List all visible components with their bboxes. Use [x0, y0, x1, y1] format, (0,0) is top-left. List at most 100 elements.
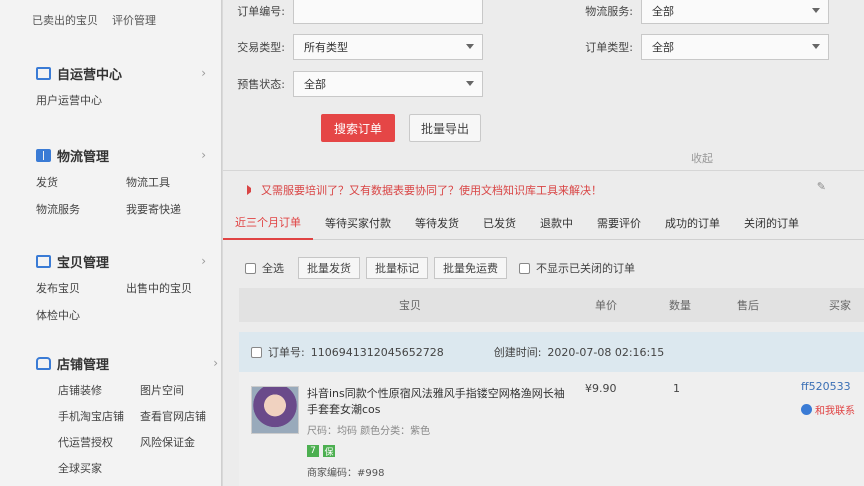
- presale-value: 全部: [304, 78, 326, 91]
- buyer-link[interactable]: ff520533: [801, 380, 851, 393]
- bulk-actions: 全选 批量发货 批量标记 批量免运费 不显示已关闭的订单: [245, 257, 643, 279]
- notice-bar[interactable]: 又需服要培训了？又有数据表要协同了？使用文档知识库工具来解决！: [247, 182, 602, 198]
- chevron-right-icon[interactable]: ›: [201, 66, 206, 80]
- sold-items-link[interactable]: 已卖出的宝贝: [32, 12, 98, 28]
- col-qty: 数量: [669, 299, 691, 312]
- sidebar-item-mobile-store[interactable]: 手机淘宝店铺: [58, 408, 140, 424]
- batch-ship-button[interactable]: 批量发货: [298, 257, 360, 279]
- batch-free-shipping-button[interactable]: 批量免运费: [434, 257, 507, 279]
- chevron-right-icon[interactable]: ›: [201, 254, 206, 268]
- batch-mark-button[interactable]: 批量标记: [366, 257, 428, 279]
- trade-type-row: 交易类型: 所有类型: [223, 34, 483, 60]
- select-all-checkbox[interactable]: [245, 262, 256, 274]
- order-no-label: 订单编号:: [237, 5, 285, 18]
- order-item-row: 抖音ins同款个性原宿风法雅风手指镂空网格渔网长袖手套套女潮cos 尺码：均码 …: [239, 372, 864, 486]
- order-type-select[interactable]: 全部: [641, 34, 829, 60]
- sidebar-item-user-ops[interactable]: 用户运营中心: [36, 92, 126, 108]
- chevron-right-icon[interactable]: ›: [201, 148, 206, 162]
- logistics-value: 全部: [652, 5, 674, 18]
- sidebar-item-ship[interactable]: 发货: [36, 174, 126, 190]
- divider: [223, 170, 864, 171]
- item-title-link[interactable]: 抖音ins同款个性原宿风法雅风手指镂空网格渔网长袖手套套女潮cos: [307, 386, 567, 418]
- order-no-input[interactable]: [293, 0, 483, 24]
- order-no-value: 1106941312045652728: [310, 345, 444, 359]
- order-type-value: 全部: [652, 41, 674, 54]
- book-icon: [36, 148, 51, 162]
- section-title: 自运营中心: [57, 67, 123, 83]
- tab-refunding[interactable]: 退款中: [528, 206, 585, 240]
- tab-awaiting-payment[interactable]: 等待买家付款: [313, 206, 403, 240]
- sidebar-item-logistics-tools[interactable]: 物流工具: [126, 174, 216, 190]
- tab-closed[interactable]: 关闭的订单: [732, 206, 811, 240]
- logistics-select[interactable]: 全部: [641, 0, 829, 24]
- col-item: 宝贝: [399, 299, 421, 312]
- hide-closed-label: 不显示已关闭的订单: [536, 262, 635, 275]
- sidebar-item-on-sale[interactable]: 出售中的宝贝: [126, 280, 216, 296]
- created-value: 2020-07-08 02:16:15: [547, 345, 665, 359]
- chat-icon: [801, 404, 812, 415]
- col-after-sale: 售后: [737, 299, 759, 312]
- edit-icon[interactable]: ✎: [817, 180, 826, 193]
- col-buyer: 买家: [829, 299, 851, 312]
- item-quantity: 1: [673, 382, 680, 395]
- merchant-code: 商家编码：#998: [307, 468, 385, 479]
- service-badges: 7 保: [307, 445, 335, 458]
- batch-export-button[interactable]: 批量导出: [409, 114, 481, 142]
- order-checkbox[interactable]: [251, 346, 262, 358]
- section-title: 宝贝管理: [57, 255, 110, 271]
- seven-day-return-icon: 7: [307, 445, 319, 457]
- sidebar-section-header[interactable]: 宝贝管理 ›: [36, 250, 206, 272]
- sidebar-item-deposit[interactable]: 风险保证金: [140, 434, 222, 450]
- monitor-icon: [36, 66, 51, 80]
- main-content: 订单编号: 物流服务: 全部 交易类型: 所有类型 订单类型: 全部 预售状态:…: [223, 0, 864, 486]
- order-no-label: 订单号:: [268, 346, 305, 359]
- presale-label: 预售状态:: [237, 78, 285, 91]
- section-title: 店铺管理: [57, 357, 110, 373]
- sidebar-section-header[interactable]: 物流管理 ›: [36, 144, 206, 166]
- search-orders-button[interactable]: 搜索订单: [321, 114, 395, 142]
- item-thumbnail[interactable]: [251, 386, 299, 434]
- order-header-row: 订单号: 1106941312045652728 创建时间: 2020-07-0…: [239, 332, 864, 372]
- item-attributes: 尺码：均码 颜色分类：紫色: [307, 426, 431, 437]
- hide-closed-checkbox[interactable]: [519, 262, 530, 274]
- trade-type-select[interactable]: 所有类型: [293, 34, 483, 60]
- chevron-down-icon: [466, 44, 474, 49]
- chevron-down-icon: [466, 81, 474, 86]
- sidebar-item-checkup[interactable]: 体检中心: [36, 307, 126, 323]
- tab-needs-review[interactable]: 需要评价: [585, 206, 653, 240]
- tab-successful[interactable]: 成功的订单: [653, 206, 732, 240]
- presale-select[interactable]: 全部: [293, 71, 483, 97]
- sidebar-item-official-store[interactable]: 查看官网店铺: [140, 408, 222, 424]
- sidebar-item-decoration[interactable]: 店铺装修: [58, 382, 140, 398]
- trade-type-value: 所有类型: [304, 41, 348, 54]
- sidebar-item-global-buyers[interactable]: 全球买家: [58, 460, 140, 476]
- tab-awaiting-shipment[interactable]: 等待发货: [403, 206, 471, 240]
- sidebar-top-links: 已卖出的宝贝 评价管理: [32, 12, 156, 28]
- order-no-row: 订单编号:: [223, 0, 483, 24]
- tab-shipped[interactable]: 已发货: [471, 206, 528, 240]
- section-title: 物流管理: [57, 149, 110, 165]
- order-tabs: 近三个月订单 等待买家付款 等待发货 已发货 退款中 需要评价 成功的订单 关闭…: [223, 206, 864, 240]
- chevron-down-icon: [812, 8, 820, 13]
- sidebar-item-images[interactable]: 图片空间: [140, 382, 222, 398]
- sidebar-item-logistics-service[interactable]: 物流服务: [36, 201, 126, 217]
- sidebar-section-header[interactable]: 店铺管理 ›: [36, 352, 218, 374]
- chevron-right-icon[interactable]: ›: [213, 356, 218, 370]
- trade-type-label: 交易类型:: [237, 41, 285, 54]
- store-icon: [36, 356, 51, 370]
- sidebar-item-publish[interactable]: 发布宝贝: [36, 280, 126, 296]
- col-price: 单价: [595, 299, 617, 312]
- sidebar-item-agency[interactable]: 代运营授权: [58, 434, 140, 450]
- sidebar-item-send-express[interactable]: 我要寄快递: [126, 201, 216, 217]
- item-price: ¥9.90: [585, 382, 617, 395]
- speaker-icon: [247, 185, 257, 195]
- contact-buyer-link[interactable]: 和我联系: [801, 402, 855, 417]
- tab-recent-three-months[interactable]: 近三个月订单: [223, 206, 313, 240]
- notice-text: 又需服要培训了？又有数据表要协同了？使用文档知识库工具来解决！: [261, 184, 602, 197]
- created-label: 创建时间:: [493, 346, 542, 359]
- reviews-link[interactable]: 评价管理: [112, 12, 156, 28]
- sidebar-section-items: 宝贝管理 › 发布宝贝 出售中的宝贝 体检中心: [36, 250, 206, 323]
- sidebar-section-store: 店铺管理 › 店铺装修 图片空间 手机淘宝店铺 查看官网店铺 代运营授权 风险保…: [36, 352, 218, 476]
- sidebar-section-header[interactable]: 自运营中心 ›: [36, 62, 206, 84]
- collapse-link[interactable]: 收起: [691, 150, 713, 166]
